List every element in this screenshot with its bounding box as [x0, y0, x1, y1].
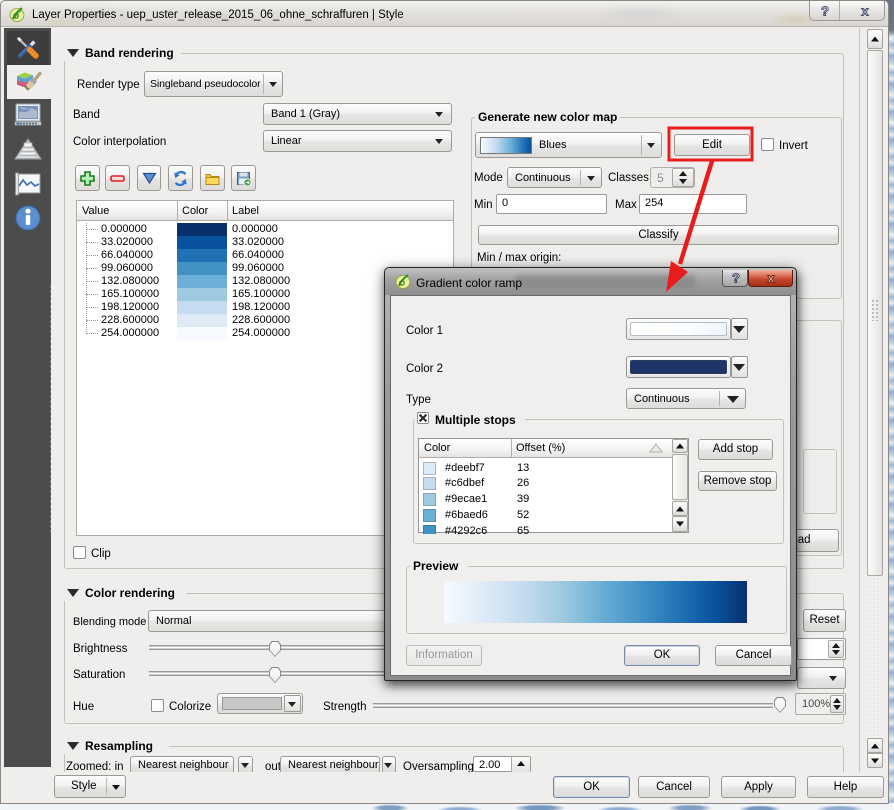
svg-text:x: x: [767, 271, 775, 285]
svg-text:x: x: [861, 4, 869, 18]
svg-text:?: ?: [821, 4, 829, 18]
svg-text:?: ?: [732, 271, 740, 285]
